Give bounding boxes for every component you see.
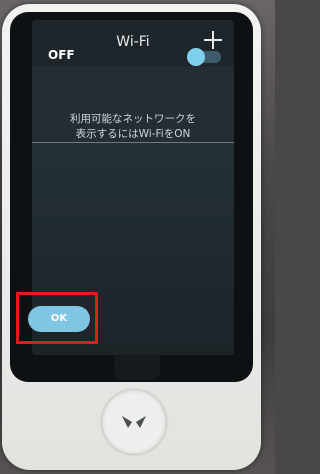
- plus-icon[interactable]: [204, 31, 222, 49]
- home-logo-icon: [122, 416, 146, 428]
- wifi-off-message: 利用可能なネットワークを 表示するにはWi-FiをON: [38, 112, 228, 142]
- message-line-2: 表示するにはWi-FiをON: [75, 128, 191, 140]
- highlight-box: [16, 292, 98, 344]
- home-button[interactable]: [102, 390, 166, 454]
- wifi-status-label: OFF: [48, 48, 75, 62]
- toggle-knob: [187, 48, 205, 66]
- message-line-1: 利用可能なネットワークを: [70, 113, 196, 125]
- wifi-toggle[interactable]: [187, 48, 223, 66]
